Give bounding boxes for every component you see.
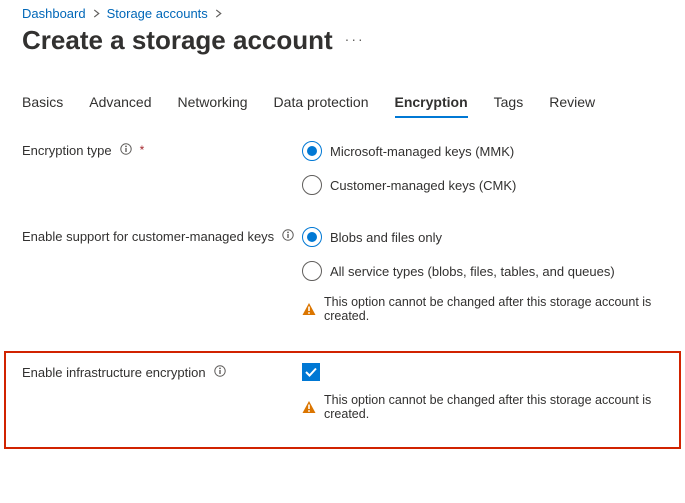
info-icon[interactable]: [282, 229, 294, 241]
info-icon[interactable]: [120, 143, 132, 155]
tab-data-protection[interactable]: Data protection: [274, 88, 369, 118]
warning-text-cmk: This option cannot be changed after this…: [324, 295, 663, 323]
page-title: Create a storage account: [22, 25, 333, 56]
tabs: Basics Advanced Networking Data protecti…: [22, 88, 663, 119]
radio-cmk[interactable]: [302, 175, 322, 195]
radio-label-blobs-files[interactable]: Blobs and files only: [330, 230, 442, 245]
radio-mmk[interactable]: [302, 141, 322, 161]
radio-blobs-files[interactable]: [302, 227, 322, 247]
tab-review[interactable]: Review: [549, 88, 595, 118]
label-infra-encryption: Enable infrastructure encryption: [22, 365, 206, 382]
label-encryption-type: Encryption type: [22, 143, 112, 160]
label-cmk-support: Enable support for customer-managed keys: [22, 229, 274, 246]
checkbox-infra-encryption[interactable]: [302, 363, 320, 381]
breadcrumb-item-dashboard[interactable]: Dashboard: [22, 6, 86, 21]
radio-all-services[interactable]: [302, 261, 322, 281]
tab-basics[interactable]: Basics: [22, 88, 63, 118]
tab-networking[interactable]: Networking: [178, 88, 248, 118]
radio-label-all-services[interactable]: All service types (blobs, files, tables,…: [330, 264, 615, 279]
breadcrumb: Dashboard Storage accounts: [22, 6, 663, 21]
highlight-infra-encryption: Enable infrastructure encryption This op…: [4, 351, 681, 449]
radio-label-mmk[interactable]: Microsoft-managed keys (MMK): [330, 144, 514, 159]
tab-encryption[interactable]: Encryption: [395, 88, 468, 118]
required-indicator: *: [140, 143, 145, 159]
warning-text-infra: This option cannot be changed after this…: [324, 393, 663, 421]
radio-label-cmk[interactable]: Customer-managed keys (CMK): [330, 178, 516, 193]
breadcrumb-item-storage-accounts[interactable]: Storage accounts: [107, 6, 208, 21]
warning-icon: [302, 302, 316, 316]
tab-advanced[interactable]: Advanced: [89, 88, 151, 118]
tab-tags[interactable]: Tags: [494, 88, 524, 118]
more-actions-button[interactable]: ···: [345, 31, 365, 51]
warning-icon: [302, 400, 316, 414]
info-icon[interactable]: [214, 365, 226, 377]
chevron-right-icon: [92, 9, 101, 18]
chevron-right-icon: [214, 9, 223, 18]
